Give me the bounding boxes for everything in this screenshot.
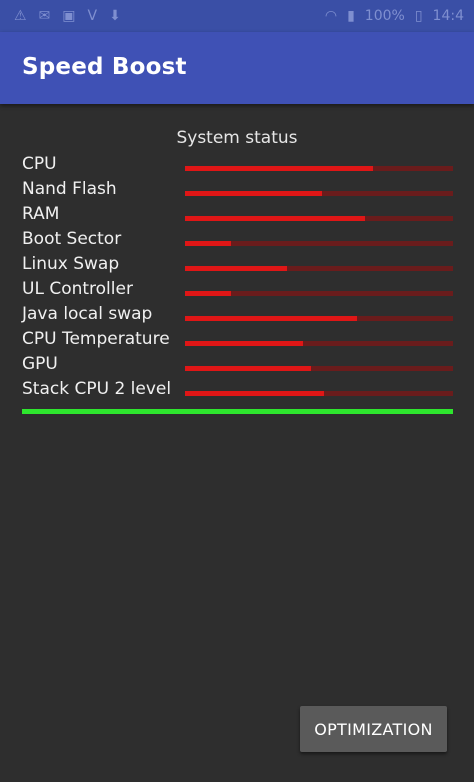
- app-bar: Speed Boost: [0, 32, 474, 104]
- status-bar-fill: [185, 291, 231, 296]
- status-row: Nand Flash: [22, 177, 454, 202]
- clipboard-icon: ▣: [62, 8, 76, 24]
- status-row: Stack CPU 2 level: [22, 377, 454, 402]
- status-bar-track: [185, 341, 453, 346]
- status-bar-track: [185, 191, 453, 196]
- status-row-label: CPU Temperature: [22, 329, 170, 349]
- status-row-label: Java local swap: [22, 304, 153, 324]
- status-row-label: UL Controller: [22, 279, 133, 299]
- status-bar-fill: [185, 191, 322, 196]
- status-row: Java local swap: [22, 302, 454, 327]
- download-icon: ⬇: [109, 8, 121, 24]
- status-row: CPU Temperature: [22, 327, 454, 352]
- main-content: System status CPU Nand Flash RAM Boot Secto…: [0, 104, 474, 782]
- warning-icon: ⚠: [14, 8, 27, 24]
- clock-time: 14:4: [432, 8, 464, 24]
- vibrate-icon: V: [87, 8, 98, 24]
- status-row-label: Boot Sector: [22, 229, 122, 249]
- status-row-label: GPU: [22, 354, 58, 374]
- wifi-icon: ◠: [324, 8, 338, 24]
- status-bar-fill: [185, 316, 357, 321]
- system-status-title: System status: [176, 128, 298, 148]
- status-row: UL Controller: [22, 277, 454, 302]
- status-bar-fill: [185, 391, 325, 396]
- status-bar-fill: [185, 366, 311, 371]
- signal-icon: ▮: [347, 8, 355, 24]
- status-bar-fill: [185, 341, 303, 346]
- status-row-label: CPU: [22, 154, 57, 174]
- notification-icons: ⚠ ✉ ▣ V ⬇: [14, 6, 121, 26]
- optimization-button[interactable]: OPTIMIZATION: [300, 706, 447, 752]
- status-bar-track: [185, 216, 453, 221]
- status-row-label: Nand Flash: [22, 179, 117, 199]
- status-bar-track: [185, 241, 453, 246]
- status-row: GPU: [22, 352, 454, 377]
- status-bar-track: [185, 266, 453, 271]
- status-bar-track: [185, 291, 453, 296]
- status-bar-track: [185, 166, 453, 171]
- status-list: CPU Nand Flash RAM Boot Sector Linux Swap UL …: [22, 152, 454, 402]
- status-row: RAM: [22, 202, 454, 227]
- battery-percent: 100%: [364, 8, 405, 24]
- status-row-label: Stack CPU 2 level: [22, 379, 172, 399]
- status-bar-track: [185, 366, 453, 371]
- status-bar: ⚠ ✉ ▣ V ⬇ ◠ ▮ 100% ▯ 14:4: [0, 0, 474, 32]
- system-icons: ◠ ▮ 100% ▯ 14:4: [325, 6, 464, 26]
- battery-icon: ▯: [414, 8, 423, 24]
- status-bar-fill: [185, 166, 373, 171]
- status-row: Linux Swap: [22, 252, 454, 277]
- status-bar-fill: [185, 216, 365, 221]
- message-icon: ✉: [38, 8, 51, 24]
- status-row: CPU: [22, 152, 454, 177]
- status-bar-track: [185, 391, 453, 396]
- status-row: Boot Sector: [22, 227, 454, 252]
- status-bar-fill: [185, 241, 231, 246]
- app-title: Speed Boost: [22, 54, 187, 80]
- overall-progress-bar: [22, 409, 453, 414]
- status-bar-track: [185, 316, 453, 321]
- status-bar-fill: [185, 266, 287, 271]
- status-row-label: Linux Swap: [22, 254, 120, 274]
- status-row-label: RAM: [22, 204, 60, 224]
